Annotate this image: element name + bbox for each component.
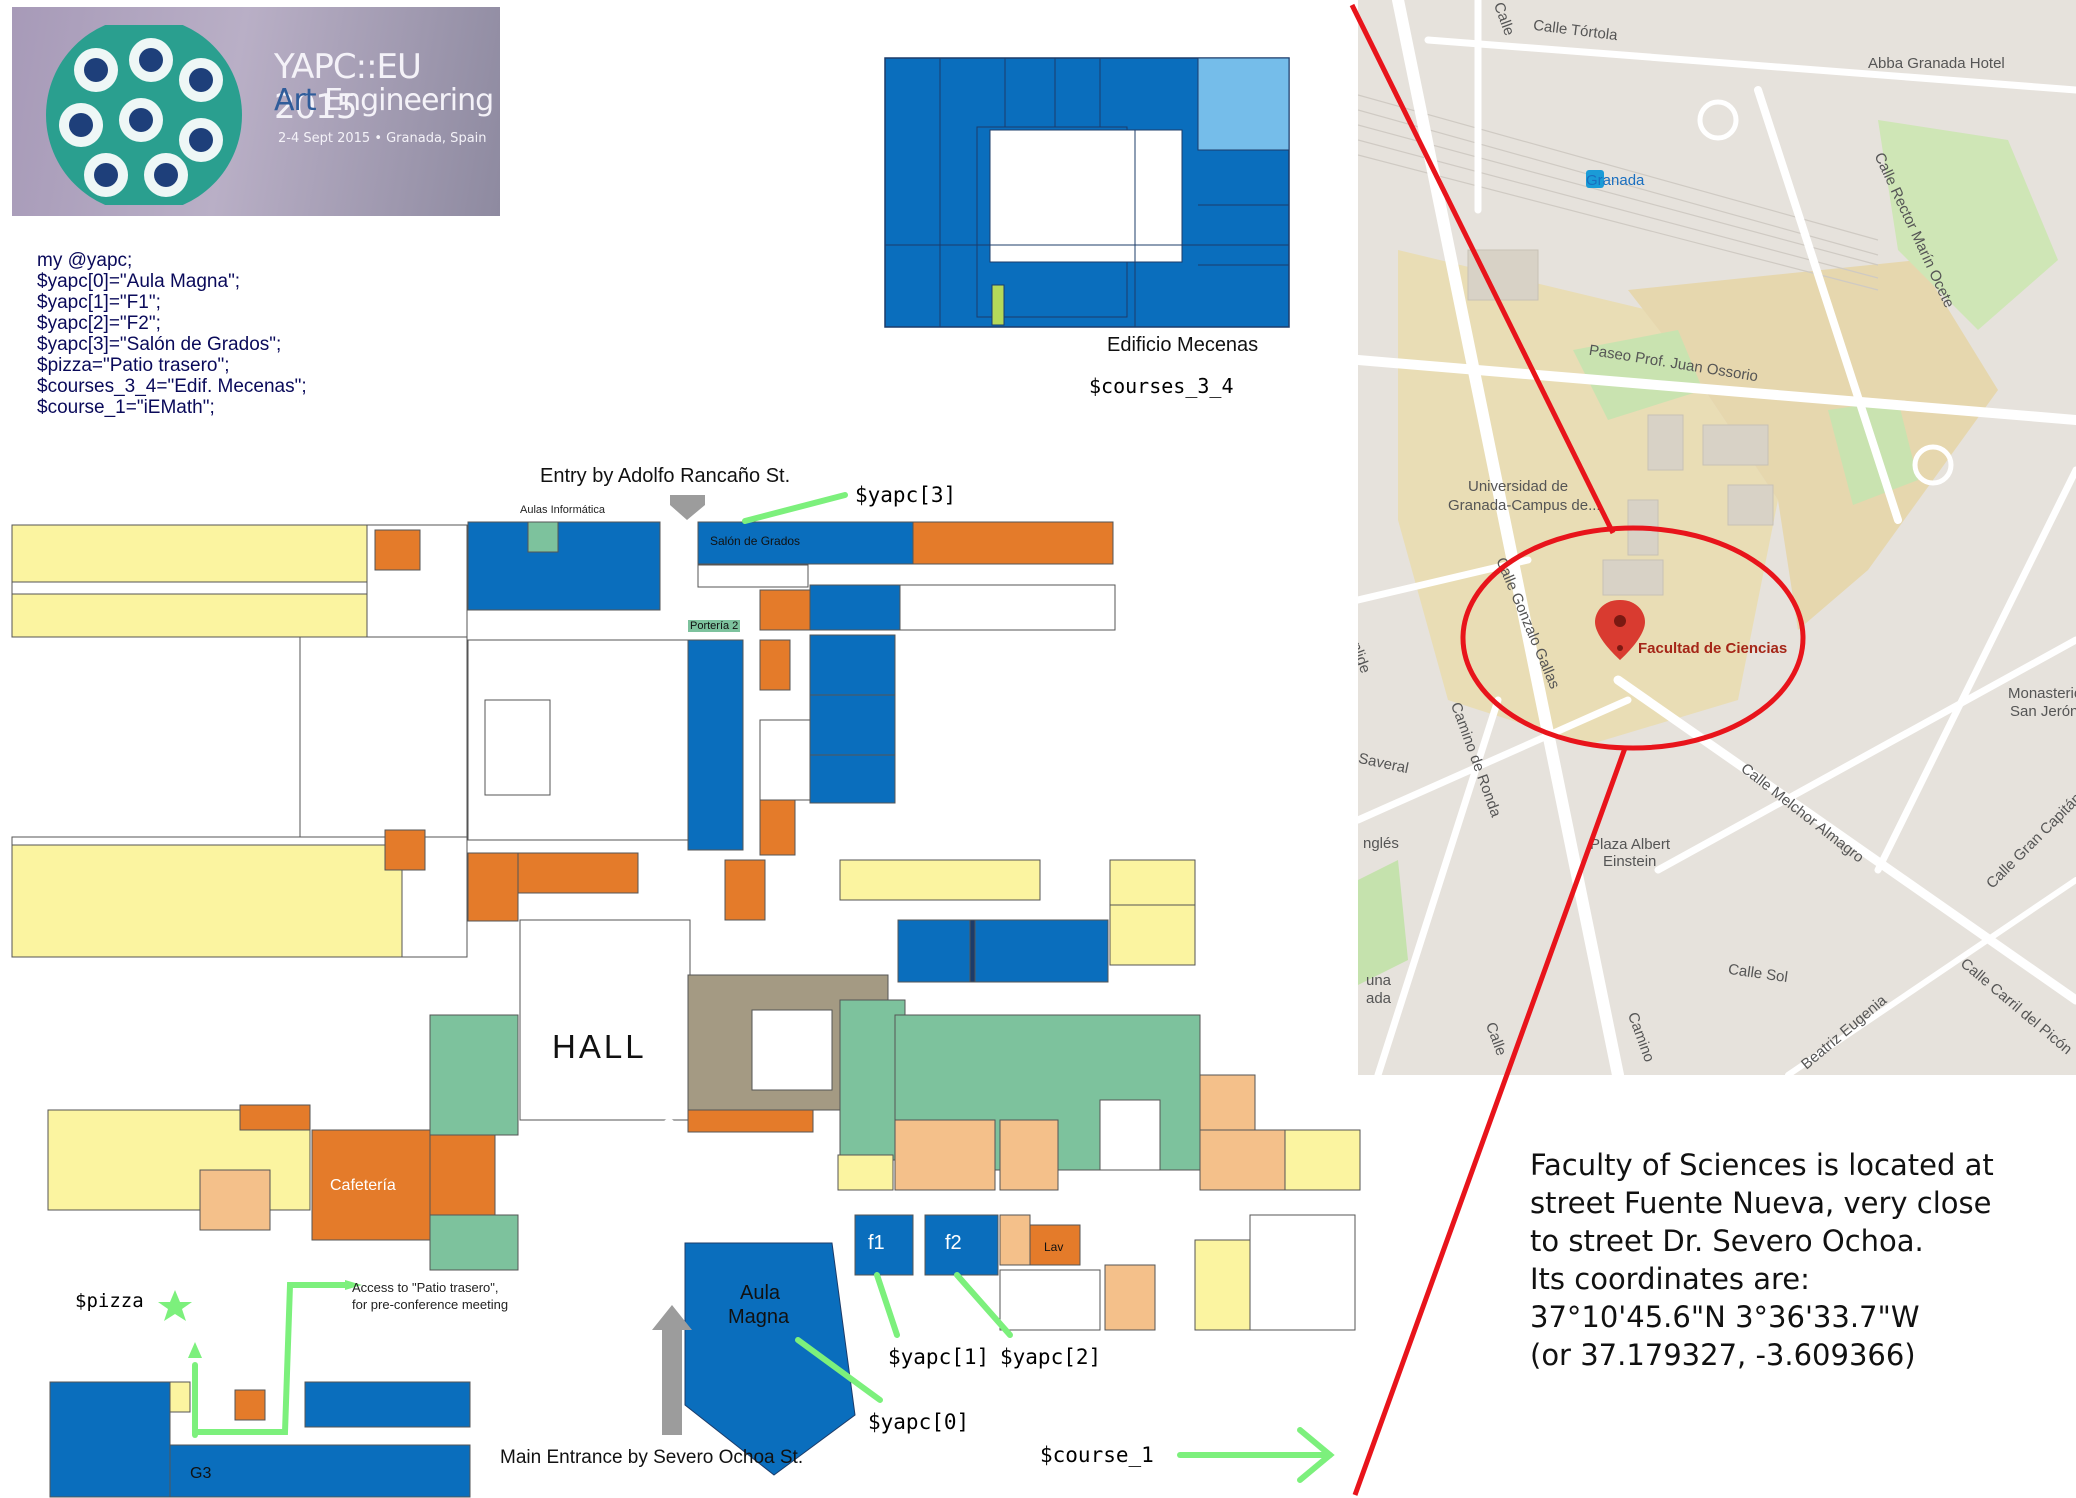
- description-line: (or 37.179327, -3.609366): [1530, 1338, 1916, 1372]
- description-line: street Fuente Nueva, very close: [1530, 1186, 1992, 1220]
- description-line: Faculty of Sciences is located at: [1530, 1148, 1994, 1182]
- location-description: Faculty of Sciences is located at street…: [1530, 1146, 1994, 1374]
- description-line: Its coordinates are:: [1530, 1262, 1810, 1296]
- description-line: to street Dr. Severo Ochoa.: [1530, 1224, 1924, 1258]
- description-line: 37°10'45.6"N 3°36'33.7"W: [1530, 1300, 1920, 1334]
